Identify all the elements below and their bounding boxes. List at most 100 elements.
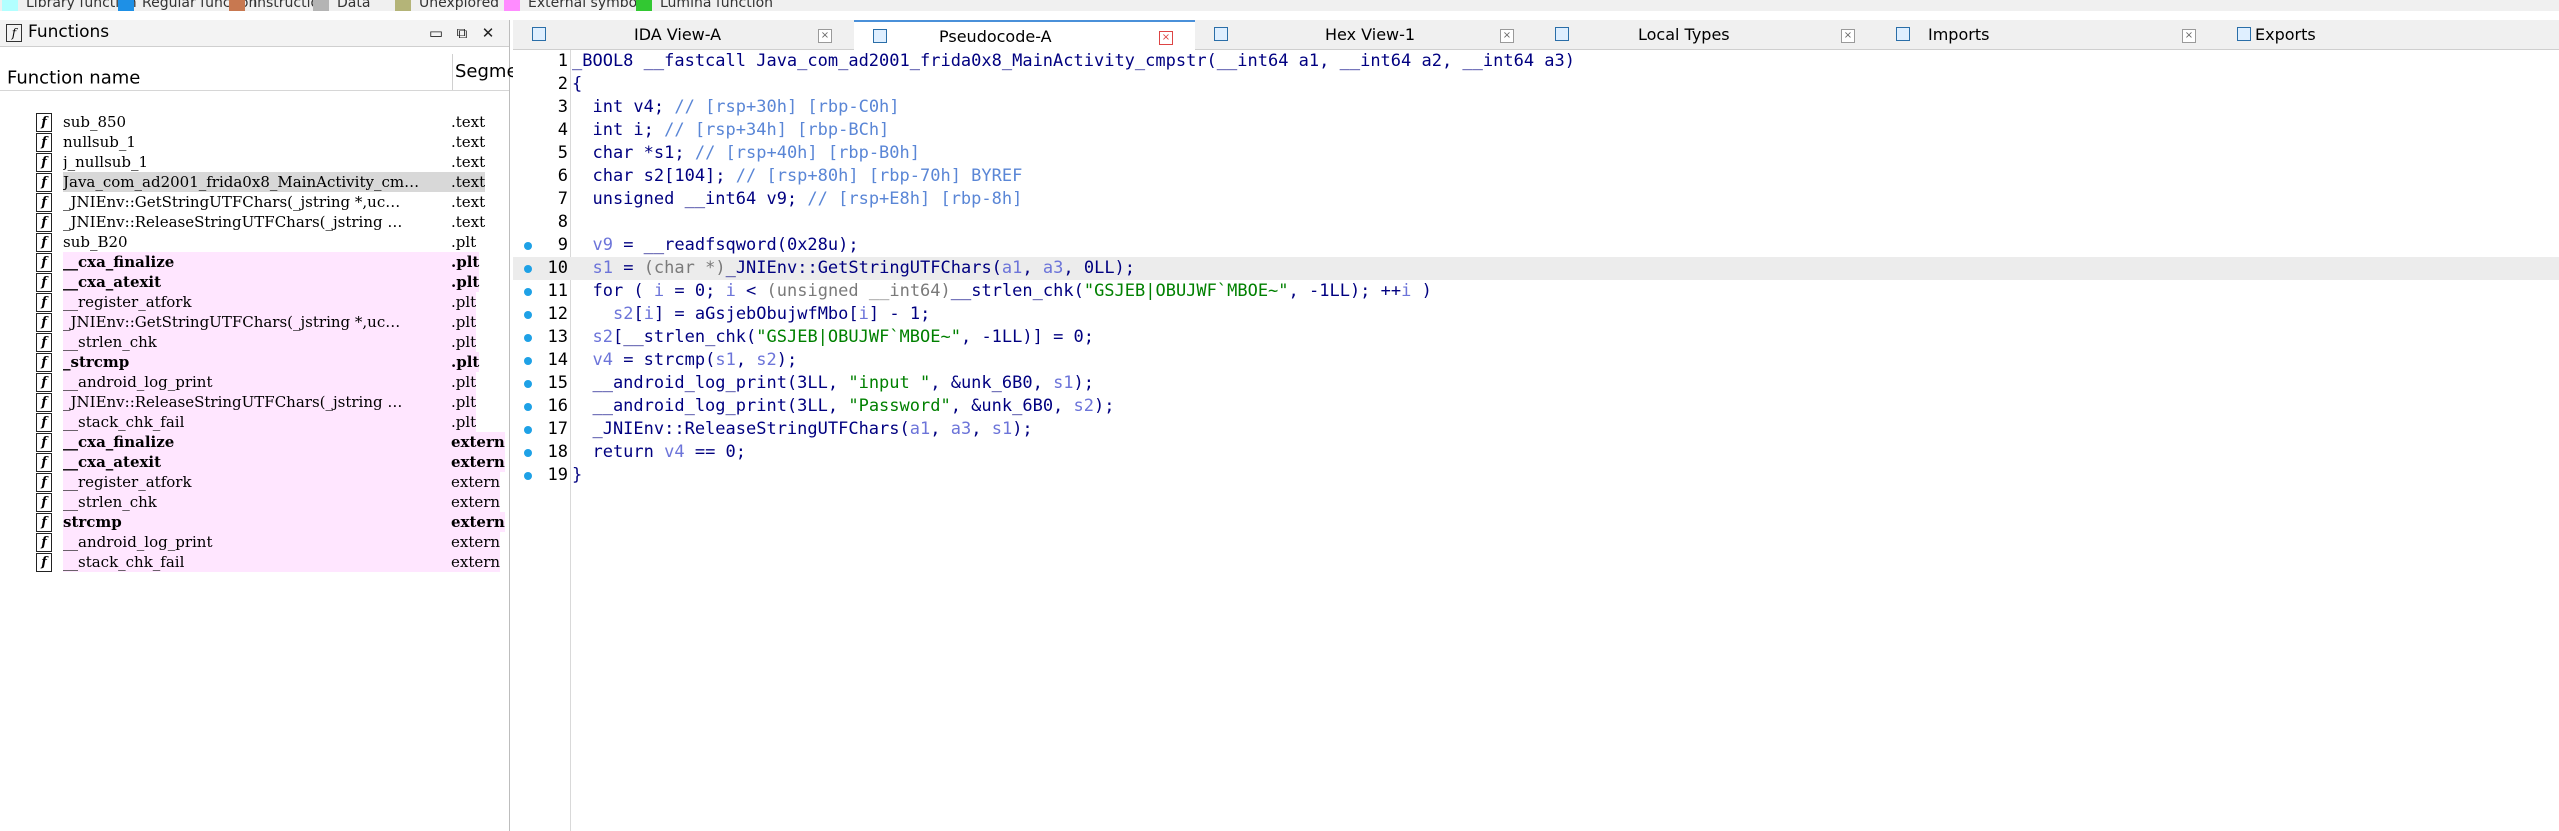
code-text: } xyxy=(572,465,583,485)
code-text: unsigned __int64 v9; // [rsp+E8h] [rbp-8… xyxy=(572,189,1023,209)
function-icon: f xyxy=(36,313,52,332)
tab-ida-view-a[interactable]: IDA View-A × xyxy=(513,20,854,49)
line-number: 7 xyxy=(557,189,568,209)
function-segment: extern xyxy=(451,492,501,512)
function-row[interactable]: f __strlen_chk .plt xyxy=(32,332,509,352)
legend-swatch xyxy=(118,0,134,11)
function-name: sub_850 xyxy=(63,113,127,131)
function-name: __cxa_atexit xyxy=(63,272,475,292)
code-line[interactable]: 7 unsigned __int64 v9; // [rsp+E8h] [rbp… xyxy=(513,188,2559,211)
function-segment: .plt xyxy=(451,272,480,292)
tab-pseudocode-a[interactable]: Pseudocode-A × xyxy=(854,20,1195,51)
function-row[interactable]: f _JNIEnv::GetStringUTFChars(_jstring *,u… xyxy=(32,192,509,212)
function-row[interactable]: f strcmp extern xyxy=(32,512,509,532)
function-row[interactable]: f __cxa_finalize extern xyxy=(32,432,509,452)
breakpoint-dot[interactable] xyxy=(524,426,532,434)
tab-close-icon[interactable]: × xyxy=(1159,31,1173,45)
code-line[interactable]: 11 for ( i = 0; i < (unsigned __int64)__… xyxy=(513,280,2559,303)
tab-hex-view-1[interactable]: Hex View-1 × xyxy=(1195,20,1536,49)
function-row[interactable]: f __register_atfork extern xyxy=(32,472,509,492)
function-icon: f xyxy=(36,273,52,292)
code-line[interactable]: 18 return v4 == 0; xyxy=(513,441,2559,464)
function-row[interactable]: f sub_B20 .plt xyxy=(32,232,509,252)
code-line[interactable]: 1 _BOOL8 __fastcall Java_com_ad2001_frida… xyxy=(513,50,2559,73)
code-line[interactable]: 16 __android_log_print(3LL, "Password", … xyxy=(513,395,2559,418)
function-segment: .text xyxy=(451,133,486,151)
code-line[interactable]: 14 v4 = strcmp(s1, s2); xyxy=(513,349,2559,372)
tab-close-icon[interactable]: × xyxy=(2182,29,2196,43)
function-segment: .plt xyxy=(451,292,477,312)
code-line[interactable]: 4 int i; // [rsp+34h] [rbp-BCh] xyxy=(513,119,2559,142)
line-number: 12 xyxy=(547,304,568,324)
function-name: __cxa_finalize xyxy=(63,432,475,452)
code-line[interactable]: 5 char *s1; // [rsp+40h] [rbp-B0h] xyxy=(513,142,2559,165)
breakpoint-dot[interactable] xyxy=(524,449,532,457)
pseudocode-editor[interactable]: 1 _BOOL8 __fastcall Java_com_ad2001_frida… xyxy=(513,50,2559,831)
breakpoint-dot[interactable] xyxy=(524,472,532,480)
function-row[interactable]: f __cxa_atexit extern xyxy=(32,452,509,472)
tab-exports[interactable]: Exports xyxy=(2218,20,2559,49)
function-row[interactable]: f _JNIEnv::ReleaseStringUTFChars(_jstring… xyxy=(32,212,509,232)
code-line[interactable]: 13 s2[__strlen_chk("GSJEB|OBUJWF`MBOE~",… xyxy=(513,326,2559,349)
function-row[interactable]: f _JNIEnv::GetStringUTFChars(_jstring *,u… xyxy=(32,312,509,332)
code-line[interactable]: 17 _JNIEnv::ReleaseStringUTFChars(a1, a3… xyxy=(513,418,2559,441)
code-line[interactable]: 19} xyxy=(513,464,2559,487)
function-name: _JNIEnv::GetStringUTFChars(_jstring *,uc… xyxy=(63,193,401,211)
function-segment: .plt xyxy=(451,332,477,352)
code-line[interactable]: 3 int v4; // [rsp+30h] [rbp-C0h] xyxy=(513,96,2559,119)
code-line[interactable]: 2{ xyxy=(513,73,2559,96)
breakpoint-dot[interactable] xyxy=(524,403,532,411)
function-row[interactable]: f nullsub_1 .text xyxy=(32,132,509,152)
function-icon: f xyxy=(36,233,52,252)
close-icon[interactable]: ✕ xyxy=(478,23,498,43)
function-segment: extern xyxy=(451,552,501,572)
line-number: 10 xyxy=(547,258,568,278)
tab-close-icon[interactable]: × xyxy=(1841,29,1855,43)
code-line[interactable]: 10 s1 = (char *)_JNIEnv::GetStringUTFCha… xyxy=(513,257,2559,280)
legend-swatch xyxy=(2,0,18,11)
code-text: for ( i = 0; i < (unsigned __int64)__str… xyxy=(572,281,1432,301)
breakpoint-dot[interactable] xyxy=(524,334,532,342)
breakpoint-dot[interactable] xyxy=(524,288,532,296)
code-line[interactable]: 9 v9 = __readfsqword(0x28u); xyxy=(513,234,2559,257)
tab-imports[interactable]: Imports × xyxy=(1877,20,2218,49)
code-line[interactable]: 15 __android_log_print(3LL, "input ", &u… xyxy=(513,372,2559,395)
breakpoint-dot[interactable] xyxy=(524,311,532,319)
tab-label: Local Types xyxy=(1638,25,1730,44)
function-row[interactable]: f __stack_chk_fail extern xyxy=(32,552,509,572)
function-row[interactable]: f __cxa_finalize .plt xyxy=(32,252,509,272)
tab-icon xyxy=(1555,27,1569,41)
restore-icon[interactable]: ⧉ xyxy=(452,23,472,43)
code-line[interactable]: 8 xyxy=(513,211,2559,234)
function-row[interactable]: f _strcmp .plt xyxy=(32,352,509,372)
code-text: _JNIEnv::ReleaseStringUTFChars(a1, a3, s… xyxy=(572,419,1033,439)
breakpoint-dot[interactable] xyxy=(524,242,532,250)
function-row[interactable]: f __cxa_atexit .plt xyxy=(32,272,509,292)
function-row[interactable]: f __register_atfork .plt xyxy=(32,292,509,312)
tab-local-types[interactable]: Local Types × xyxy=(1536,20,1877,49)
column-segment[interactable]: Segme xyxy=(452,54,518,90)
line-number: 11 xyxy=(547,281,568,301)
function-name: __stack_chk_fail xyxy=(63,412,475,432)
function-row[interactable]: f sub_850 .text xyxy=(32,112,509,132)
function-row[interactable]: f _JNIEnv::ReleaseStringUTFChars(_jstring… xyxy=(32,392,509,412)
tab-label: Hex View-1 xyxy=(1325,25,1416,44)
function-name: __android_log_print xyxy=(63,372,475,392)
function-row[interactable]: f Java_com_ad2001_frida0x8_MainActivity_c… xyxy=(32,172,509,192)
code-line[interactable]: 6 char s2[104]; // [rsp+80h] [rbp-70h] B… xyxy=(513,165,2559,188)
tab-close-icon[interactable]: × xyxy=(1500,29,1514,43)
column-function-name[interactable]: Function name xyxy=(7,68,140,89)
function-row[interactable]: f __android_log_print extern xyxy=(32,532,509,552)
tab-close-icon[interactable]: × xyxy=(818,29,832,43)
maximize-icon[interactable]: ▭ xyxy=(426,23,446,43)
function-row[interactable]: f __strlen_chk extern xyxy=(32,492,509,512)
breakpoint-dot[interactable] xyxy=(524,357,532,365)
function-row[interactable]: f j_nullsub_1 .text xyxy=(32,152,509,172)
function-icon: f xyxy=(36,433,52,452)
breakpoint-dot[interactable] xyxy=(524,265,532,273)
code-line[interactable]: 12 s2[i] = aGsjebObujwfMbo[i] - 1; xyxy=(513,303,2559,326)
function-row[interactable]: f __stack_chk_fail .plt xyxy=(32,412,509,432)
function-segment: extern xyxy=(451,432,505,452)
breakpoint-dot[interactable] xyxy=(524,380,532,388)
function-row[interactable]: f __android_log_print .plt xyxy=(32,372,509,392)
